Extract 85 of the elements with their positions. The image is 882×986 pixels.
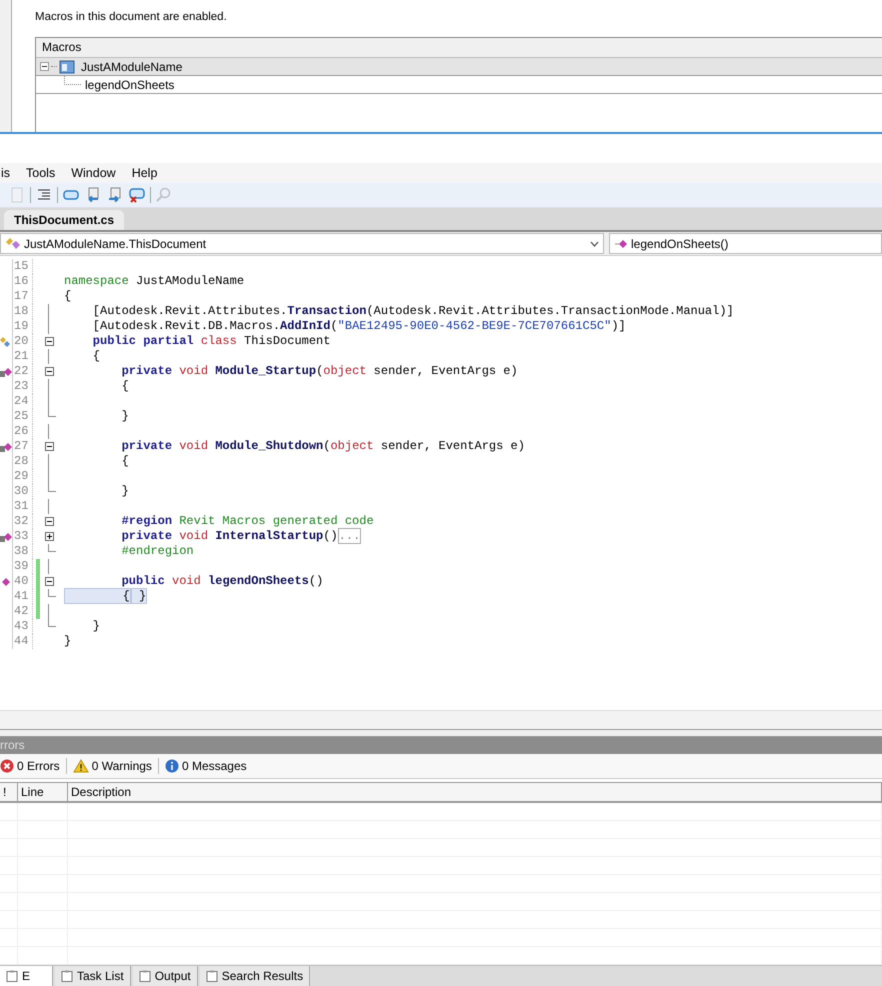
line-number: 28 xyxy=(12,454,33,469)
clipboard-icon xyxy=(206,970,218,982)
filter-button[interactable]: 0 Errors xyxy=(0,759,60,773)
code-line: #region Revit Macros generated code xyxy=(120,514,374,529)
collapse-icon[interactable] xyxy=(44,367,54,376)
line-number: 16 xyxy=(12,274,33,289)
line-number: 39 xyxy=(12,559,33,574)
line-number: 30 xyxy=(12,484,33,499)
tree-item[interactable]: legendOnSheets xyxy=(36,76,882,94)
code-line: private void InternalStartup()... xyxy=(120,529,362,544)
caret-icon xyxy=(590,240,599,246)
member-dropdown[interactable]: legendOnSheets() xyxy=(609,233,882,254)
column-header: Macros xyxy=(36,38,882,58)
horizontal-scrollbar[interactable] xyxy=(0,710,882,729)
info-icon xyxy=(164,759,179,773)
line-number: 19 xyxy=(12,319,33,334)
code-line: { xyxy=(120,379,129,394)
column-header[interactable]: Line xyxy=(18,783,68,801)
line-number: 26 xyxy=(12,424,33,439)
menu-item[interactable]: Tools xyxy=(25,166,56,180)
code-line: #endregion xyxy=(120,544,194,559)
column-header[interactable]: ! xyxy=(0,783,18,801)
collapse-icon[interactable] xyxy=(40,62,49,71)
line-number: 25 xyxy=(12,409,33,424)
tree-item[interactable]: JustAModuleName xyxy=(36,58,882,76)
line-number: 33 xyxy=(12,529,33,544)
panel-tab[interactable]: Task List xyxy=(55,966,131,986)
code-line: } xyxy=(63,634,72,649)
collapse-icon[interactable] xyxy=(44,577,54,586)
class-icon xyxy=(5,236,21,250)
clipboard-icon xyxy=(6,970,18,982)
status-text: Macros in this document are enabled. xyxy=(35,11,228,25)
code-line: } xyxy=(120,409,129,424)
line-number: 32 xyxy=(12,514,33,529)
clipboard-icon xyxy=(61,970,73,982)
column-header[interactable]: Description xyxy=(68,783,882,801)
line-number: 22 xyxy=(12,364,33,379)
collapse-icon[interactable] xyxy=(44,517,54,526)
line-number: 21 xyxy=(12,349,33,364)
line-number: 27 xyxy=(12,439,33,454)
code-line: [Autodesk.Revit.DB.Macros.AddInId("BAE12495-90E0-4562-BE9E-7CE707661C5C")] xyxy=(92,319,626,334)
collapse-icon[interactable] xyxy=(44,337,54,346)
clipboard-icon xyxy=(138,970,151,982)
warning-icon xyxy=(72,759,89,773)
menu-item[interactable]: Window xyxy=(70,166,117,180)
code-line: } xyxy=(92,619,100,634)
line-number: 17 xyxy=(12,289,33,304)
code-line: private void Module_Startup(object sender, EventArgs e) xyxy=(120,364,518,379)
code-line: private void Module_Shutdown(object sender, EventArgs e) xyxy=(120,439,525,454)
document-tab[interactable]: ThisDocument.cs xyxy=(4,210,124,230)
panel-tab[interactable]: E xyxy=(0,966,53,986)
line-number: 41 xyxy=(12,589,33,604)
line-number: 15 xyxy=(12,259,33,274)
type-dropdown[interactable]: JustAModuleName.ThisDocument xyxy=(0,233,604,254)
method-icon xyxy=(614,238,628,250)
code-line: { xyxy=(92,349,100,364)
code-line: public partial class ThisDocument xyxy=(92,334,330,349)
code-line: [Autodesk.Revit.Attributes.Transaction(Autodesk.Revit.Attributes.TransactionMode.Manual)] xyxy=(92,304,734,319)
collapse-icon[interactable] xyxy=(44,442,54,451)
filter-button[interactable]: 0 Warnings xyxy=(72,759,152,773)
line-number: 42 xyxy=(12,604,33,619)
module-icon xyxy=(59,60,75,74)
line-number: 20 xyxy=(12,334,33,349)
line-number: 43 xyxy=(12,619,33,634)
line-number: 23 xyxy=(12,379,33,394)
menu-item[interactable]: Help xyxy=(130,166,158,180)
code-line: } xyxy=(120,484,129,499)
code-line: { xyxy=(63,289,72,304)
line-number: 38 xyxy=(12,544,33,559)
filter-button[interactable]: 0 Messages xyxy=(164,759,247,773)
panel-tab[interactable]: Search Results xyxy=(200,966,310,986)
line-number: 24 xyxy=(12,394,33,409)
menu-item[interactable]: is xyxy=(0,166,12,180)
line-number: 18 xyxy=(12,304,33,319)
bookmark-clear-icon[interactable] xyxy=(128,186,146,204)
panel-tab[interactable]: Output xyxy=(132,966,198,986)
line-number: 29 xyxy=(12,469,33,484)
line-number: 31 xyxy=(12,499,33,514)
expand-icon[interactable] xyxy=(44,532,54,541)
code-line: { xyxy=(120,454,129,469)
panel-title: rrors xyxy=(0,737,882,754)
code-line: namespace JustAModuleName xyxy=(63,274,244,289)
line-number: 40 xyxy=(12,574,33,589)
code-line: public void legendOnSheets() xyxy=(120,574,324,589)
line-number: 44 xyxy=(12,634,33,649)
